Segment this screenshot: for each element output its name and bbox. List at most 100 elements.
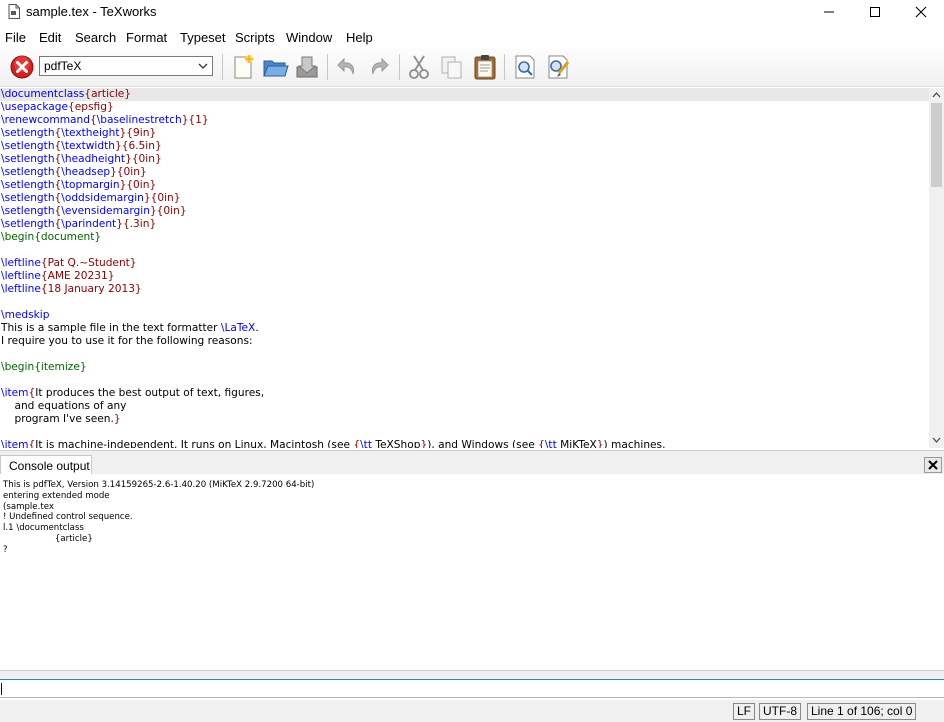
editor-line[interactable]: \setlength{\topmargin}{0in}	[0, 179, 929, 192]
menu-help[interactable]: Help	[346, 30, 373, 45]
editor-line[interactable]: \item{It produces the best output of tex…	[0, 387, 929, 400]
menu-window[interactable]: Window	[286, 30, 332, 45]
code-token: \usepackage	[1, 101, 69, 113]
code-token: \begin{document}	[1, 231, 102, 243]
menu-file[interactable]: File	[5, 30, 26, 45]
code-token: I require you to use it for the followin…	[1, 335, 253, 347]
editor-line[interactable]: \leftline{AME 20231}	[0, 270, 929, 283]
paste-button[interactable]	[471, 53, 499, 81]
source-editor[interactable]: \documentclass{article} \usepackage{epsfi…	[0, 88, 929, 448]
code-token: {	[538, 439, 545, 448]
copy-icon	[441, 56, 462, 79]
minimize-button[interactable]	[806, 0, 852, 24]
editor-line[interactable]: This is a sample file in the text format…	[0, 322, 929, 335]
editor-line[interactable]: \setlength{\textheight}{9in}	[0, 127, 929, 140]
editor-line[interactable]: and equations of any	[0, 400, 929, 413]
splitter[interactable]	[0, 670, 944, 679]
editor-line[interactable]: \leftline{18 January 2013}	[0, 283, 929, 296]
window-title: sample.tex - TeXworks	[26, 4, 157, 19]
scroll-up-icon[interactable]	[932, 91, 941, 98]
editor-line[interactable]: \medskip	[0, 309, 929, 322]
editor-line[interactable]: \item {It is machine-independent. It runs…	[0, 439, 929, 448]
redo-icon	[372, 57, 389, 75]
code-token: }{0in}	[119, 179, 157, 191]
editor-line[interactable]: \leftline{Pat Q.~Student}	[0, 257, 929, 270]
editor-line[interactable]	[0, 374, 929, 387]
code-token: {18 January 2013}	[40, 283, 142, 295]
code-token: }{0in}	[149, 205, 187, 217]
editor-line[interactable]: \documentclass{article}	[0, 88, 929, 101]
replace-button[interactable]	[544, 53, 572, 81]
cut-icon	[409, 55, 429, 79]
editor-line[interactable]: \setlength{\parindent}{.3in}	[0, 218, 929, 231]
save-button[interactable]	[293, 53, 321, 81]
copy-button[interactable]	[438, 53, 466, 81]
code-token: \tt	[544, 439, 557, 448]
document-icon	[8, 4, 20, 19]
tab-console-output[interactable]: Console output	[0, 455, 92, 475]
code-token: \oddsidemargin	[61, 192, 144, 204]
code-token: }{1}	[181, 114, 209, 126]
editor-line[interactable]	[0, 296, 929, 309]
editor-line[interactable]: \setlength{\oddsidemargin}{0in}	[0, 192, 929, 205]
menu-format[interactable]: Format	[126, 30, 167, 45]
console-input[interactable]	[0, 679, 944, 698]
maximize-button[interactable]	[852, 0, 898, 24]
code-token: \medskip	[1, 309, 50, 321]
scrollbar-thumb[interactable]	[931, 103, 942, 187]
editor-line[interactable]: \setlength{\textwidth}{6.5in}	[0, 140, 929, 153]
scroll-down-icon[interactable]	[932, 437, 941, 444]
code-token: }{.3in}	[116, 218, 157, 230]
code-token: It is machine-independent. It runs on Li…	[35, 439, 354, 448]
editor-line[interactable]: \setlength{\evensidemargin}{0in}	[0, 205, 929, 218]
code-token: \setlength	[1, 140, 55, 152]
menu-edit[interactable]: Edit	[39, 30, 61, 45]
menu-typeset[interactable]: Typeset	[180, 30, 226, 45]
menu-search[interactable]: Search	[75, 30, 116, 45]
editor-line[interactable]: I require you to use it for the followin…	[0, 335, 929, 348]
code-token: MiKTeX	[556, 439, 597, 448]
find-button[interactable]	[511, 53, 539, 81]
editor-line[interactable]: \renewcommand{\baselinestretch}{1}	[0, 114, 929, 127]
menu-scripts[interactable]: Scripts	[235, 30, 275, 45]
code-token: }	[596, 439, 604, 448]
code-token: }{0in}	[143, 192, 181, 204]
toolbar-separator	[504, 54, 505, 80]
code-token: TeXShop	[372, 439, 421, 448]
editor-line[interactable]: program I've seen.}	[0, 413, 929, 426]
code-token: \textwidth	[61, 140, 115, 152]
typeset-button[interactable]	[8, 53, 36, 81]
editor-line[interactable]: \begin{itemize}	[0, 361, 929, 374]
code-token: \leftline	[1, 270, 41, 282]
close-window-button[interactable]	[898, 0, 944, 24]
redo-button[interactable]	[365, 53, 393, 81]
new-document-button[interactable]	[229, 53, 257, 81]
code-token: \baselinestretch	[96, 114, 182, 126]
code-token: \renewcommand	[1, 114, 90, 126]
close-console-button[interactable]	[924, 457, 942, 473]
editor-line[interactable]: \setlength{\headheight}{0in}	[0, 153, 929, 166]
encoding-indicator[interactable]: UTF-8	[759, 703, 801, 720]
undo-button[interactable]	[333, 53, 361, 81]
editor-line[interactable]	[0, 348, 929, 361]
editor-vertical-scrollbar[interactable]	[929, 88, 944, 448]
engine-select[interactable]: pdfTeX	[39, 56, 213, 76]
editor-line[interactable]: \usepackage{epsfig}	[0, 101, 929, 114]
code-token: \topmargin	[61, 179, 120, 191]
editor-line[interactable]	[0, 426, 929, 439]
replace-icon	[548, 55, 570, 79]
code-token: \LaTeX	[220, 322, 256, 334]
open-button[interactable]	[261, 53, 289, 81]
cut-button[interactable]	[405, 53, 433, 81]
toolbar-separator	[327, 54, 328, 80]
editor-line[interactable]: \begin{document}	[0, 231, 929, 244]
console-line: This is pdfTeX, Version 3.14159265-2.6-1…	[3, 480, 315, 490]
code-token: program I've seen.	[1, 413, 114, 425]
console-line: entering extended mode	[3, 490, 110, 501]
editor-line[interactable]	[0, 244, 929, 257]
console-line: {article}	[3, 533, 93, 544]
code-token: \setlength	[1, 205, 55, 217]
line-ending-indicator[interactable]: LF	[733, 703, 756, 720]
editor-line[interactable]: \setlength{\headsep}{0in}	[0, 166, 929, 179]
toolbar-separator	[399, 54, 400, 80]
